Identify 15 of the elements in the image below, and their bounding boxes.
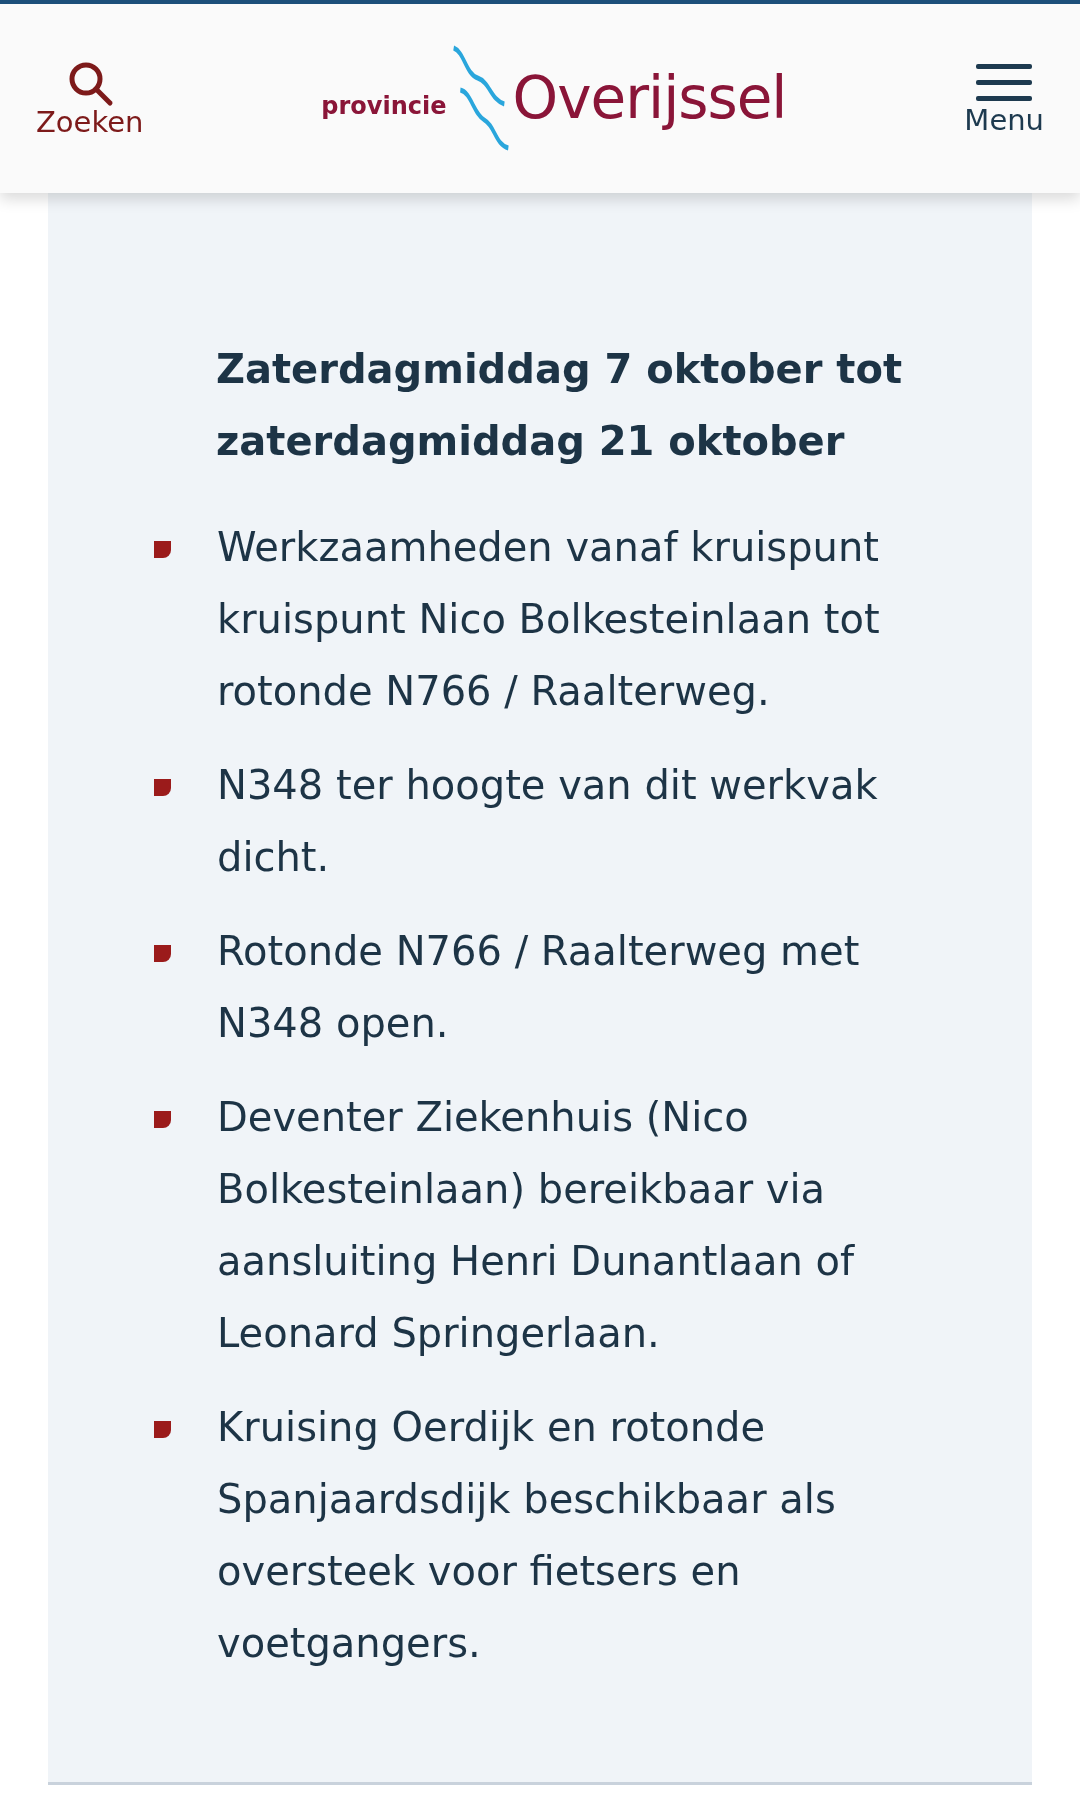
bullet-icon [154,1111,171,1128]
bullet-icon [154,1421,171,1438]
bullet-icon [154,945,171,962]
section-heading: Zaterdagmiddag 7 oktober tot zaterdagmiddag 21 oktober [216,345,903,466]
list-item-text: Werkzaamheden vanaf kruispunt kruispunt Nico Bolkesteinlaan tot rotonde N766 / Raalterweg. [217,523,881,716]
list-item-text: Kruising Oerdijk en rotonde Spanjaardsdijk beschikbaar als oversteek voor fietsers en voetgangers. [217,1403,837,1668]
list-item-text: Deventer Ziekenhuis (Nico Bolkesteinlaan) bereikbaar via aansluiting Henri Dunantlaan of Leonard Springerlaan. [217,1093,856,1358]
logo-name-text: Overijssel [512,63,787,134]
menu-button[interactable]: Menu [964,60,1044,137]
search-button[interactable]: Zoeken [36,58,144,139]
bullet-icon [154,779,171,796]
list-item-text: N348 ter hoogte van dit werkvak dicht. [217,761,879,882]
logo-prefix-text: provincie [321,90,447,122]
bullet-icon [154,541,171,558]
list-item-text: Rotonde N766 / Raalterweg met N348 open. [217,927,861,1048]
